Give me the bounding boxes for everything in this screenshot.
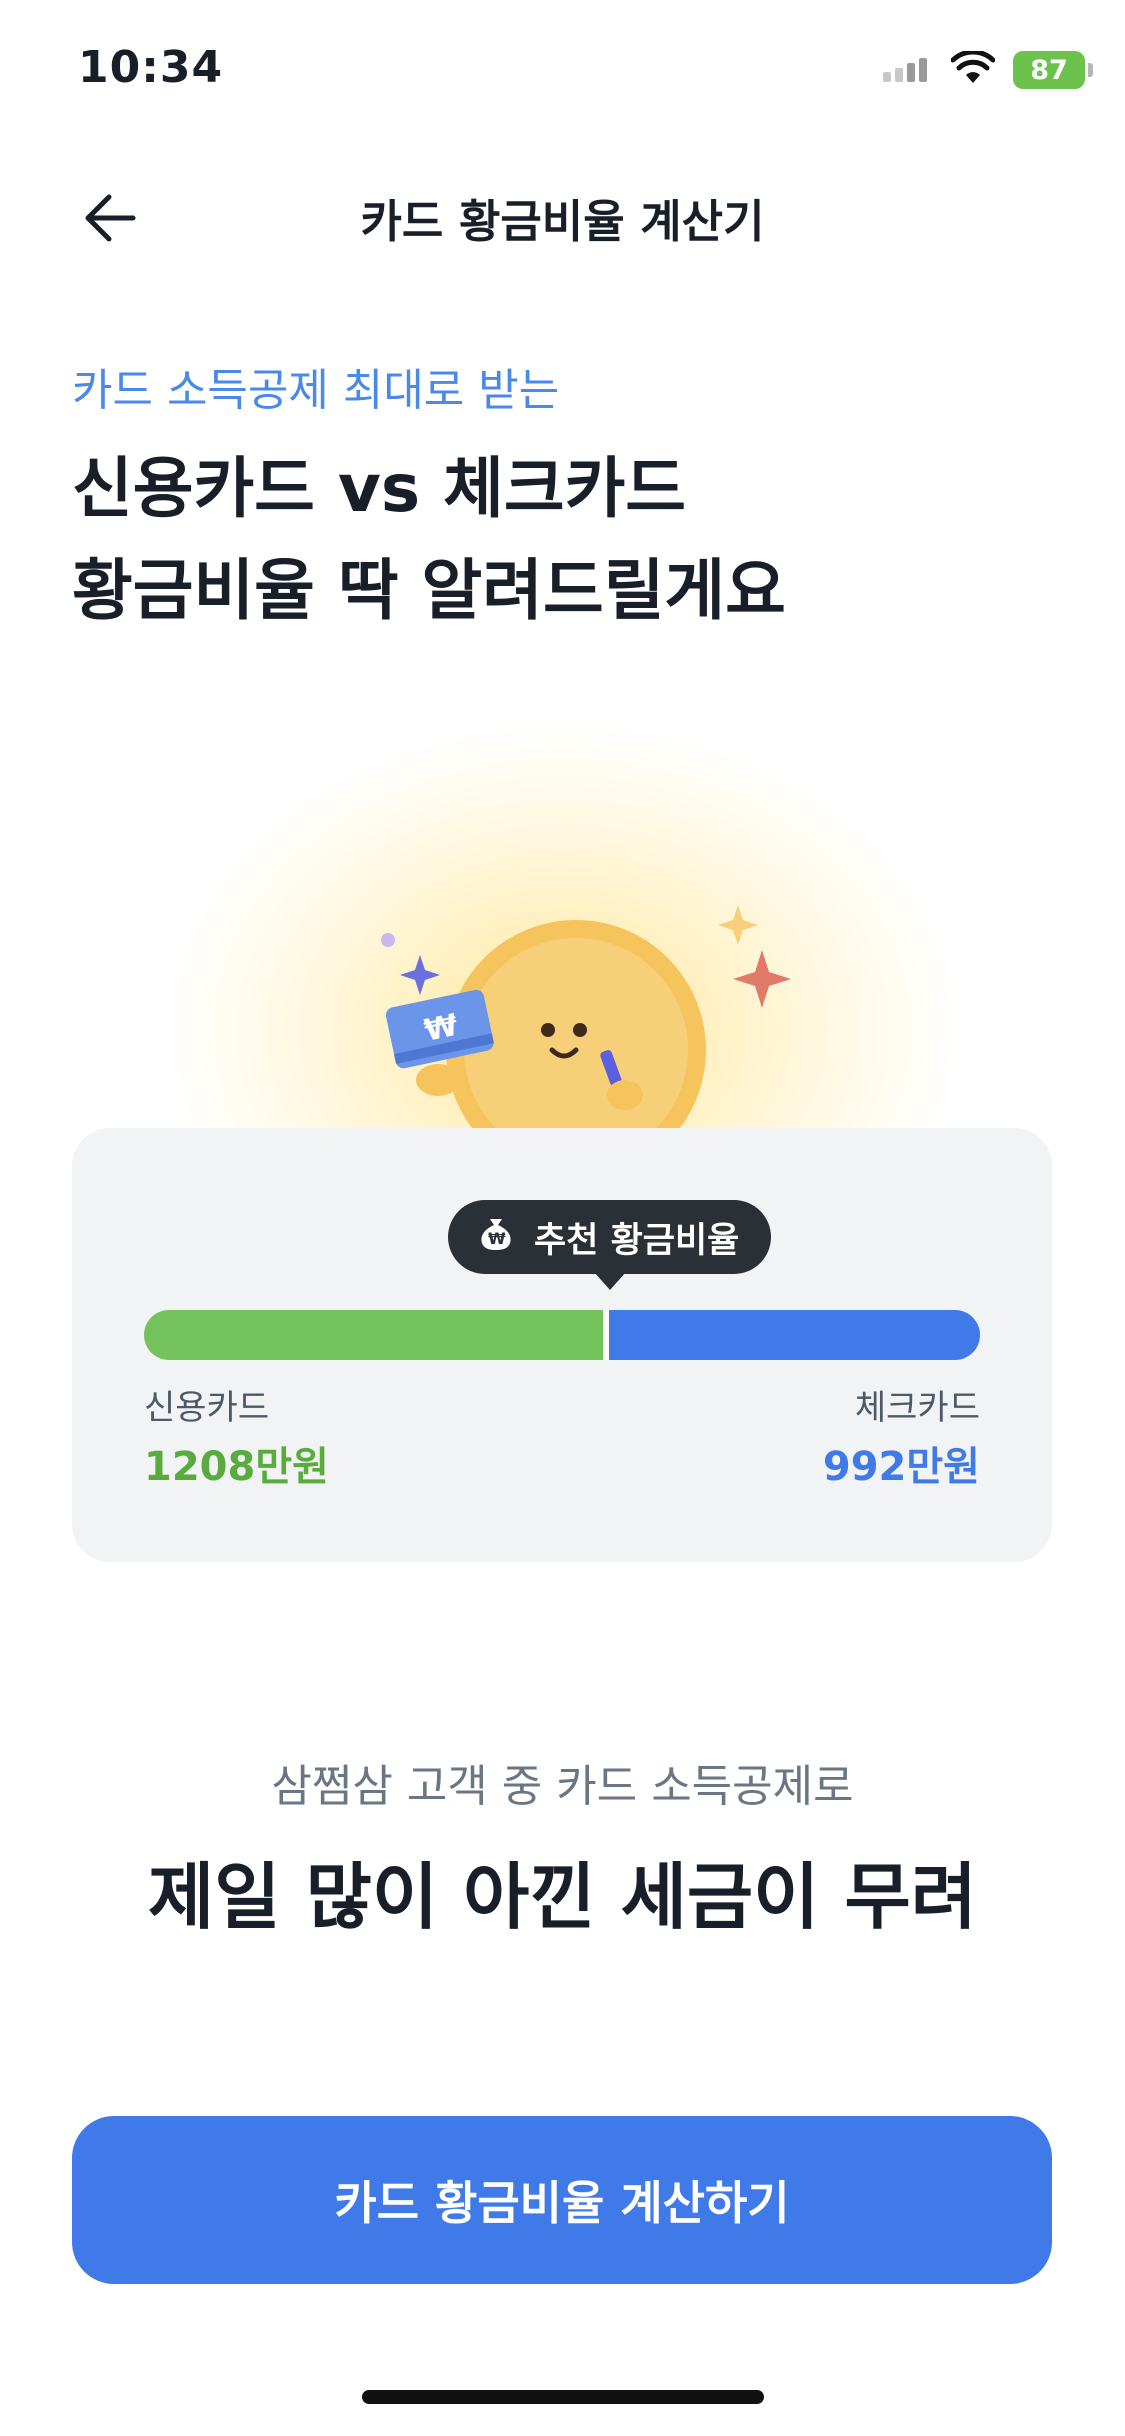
check-share-bar	[608, 1310, 980, 1360]
status-time: 10:34	[78, 42, 224, 93]
credit-card-label: 신용카드	[144, 1388, 270, 1428]
calculate-ratio-button-label: 카드 황금비율 계산하기	[334, 2176, 790, 2230]
battery-icon: 87	[1013, 51, 1093, 89]
headline-line-2: 황금비율 딱 알려드릴게요	[72, 552, 786, 629]
check-card-amount: 992만원	[822, 1444, 980, 1490]
svg-text:₩: ₩	[488, 1229, 506, 1248]
coin-character-illustration: ₩	[381, 905, 791, 1140]
savings-headline: 제일 많이 아낀 세금이 무려	[148, 1855, 977, 1939]
hero-subtitle: 카드 소득공제 최대로 받는	[72, 365, 560, 416]
recommended-ratio-tooltip: ₩ 추천 황금비율	[448, 1200, 772, 1290]
check-card-label: 체크카드	[854, 1388, 980, 1428]
signal-icon	[883, 54, 933, 86]
ratio-card: ₩ 추천 황금비율 신용카드 체크카드 1208만원 992만원	[72, 1128, 1052, 1562]
home-indicator	[362, 2390, 764, 2404]
wifi-icon	[950, 49, 996, 89]
headline-line-1: 신용카드 vs 체크카드	[72, 450, 687, 527]
credit-card-amount: 1208만원	[144, 1444, 329, 1490]
money-bag-icon: ₩	[476, 1213, 516, 1262]
hero-headline: 신용카드 vs 체크카드 황금비율 딱 알려드릴게요	[72, 438, 786, 642]
calculate-ratio-button[interactable]: 카드 황금비율 계산하기	[72, 2116, 1052, 2284]
page-title: 카드 황금비율 계산기	[360, 195, 765, 248]
battery-level: 87	[1030, 54, 1068, 86]
tooltip-label: 추천 황금비율	[534, 1220, 740, 1261]
status-icons: 87	[883, 49, 1093, 90]
ratio-bar	[144, 1310, 980, 1360]
credit-share-bar	[144, 1310, 603, 1360]
customer-caption: 삼쩜삼 고객 중 카드 소득공제로	[271, 1761, 854, 1812]
